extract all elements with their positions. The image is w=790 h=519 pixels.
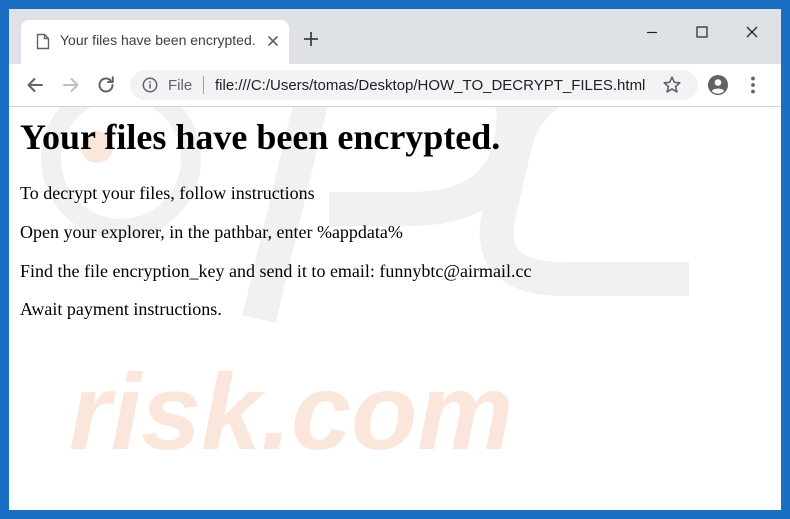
browser-window: Your files have been encrypted. File fil…: [9, 9, 781, 510]
browser-toolbar: File file:///C:/Users/tomas/Desktop/HOW_…: [9, 64, 781, 107]
info-icon[interactable]: [142, 77, 158, 93]
document-icon: [36, 33, 50, 50]
title-bar: Your files have been encrypted.: [9, 9, 781, 64]
address-bar[interactable]: File file:///C:/Users/tomas/Desktop/HOW_…: [130, 70, 698, 100]
reload-icon[interactable]: [95, 74, 117, 96]
instruction-paragraph-1: To decrypt your files, follow instructio…: [20, 183, 315, 203]
back-arrow-icon[interactable]: [24, 74, 46, 96]
profile-account-icon[interactable]: [707, 74, 729, 96]
instruction-paragraph-3: Find the file encryption_key and send it…: [20, 261, 532, 281]
maximize-icon[interactable]: [679, 17, 725, 47]
close-window-icon[interactable]: [729, 17, 775, 47]
bookmark-star-icon[interactable]: [662, 75, 682, 95]
new-tab-plus-icon[interactable]: [303, 31, 319, 47]
scheme-label: File: [168, 77, 193, 94]
kebab-menu-icon[interactable]: [748, 75, 758, 95]
tab-title: Your files have been encrypted.: [60, 32, 256, 48]
tab-close-icon[interactable]: [264, 32, 282, 50]
watermark-text: risk.com: [69, 351, 513, 472]
minimize-icon[interactable]: [629, 17, 675, 47]
instruction-paragraph-4: Await payment instructions.: [20, 299, 222, 319]
instruction-paragraph-2: Open your explorer, in the pathbar, ente…: [20, 222, 403, 242]
page-content: risk.com Your files have been encrypted.…: [9, 107, 781, 510]
address-divider: [203, 76, 204, 94]
browser-tab[interactable]: Your files have been encrypted.: [21, 20, 289, 64]
url-text[interactable]: file:///C:/Users/tomas/Desktop/HOW_TO_DE…: [215, 77, 645, 94]
page-heading: Your files have been encrypted.: [20, 117, 501, 157]
forward-arrow-icon[interactable]: [60, 74, 82, 96]
